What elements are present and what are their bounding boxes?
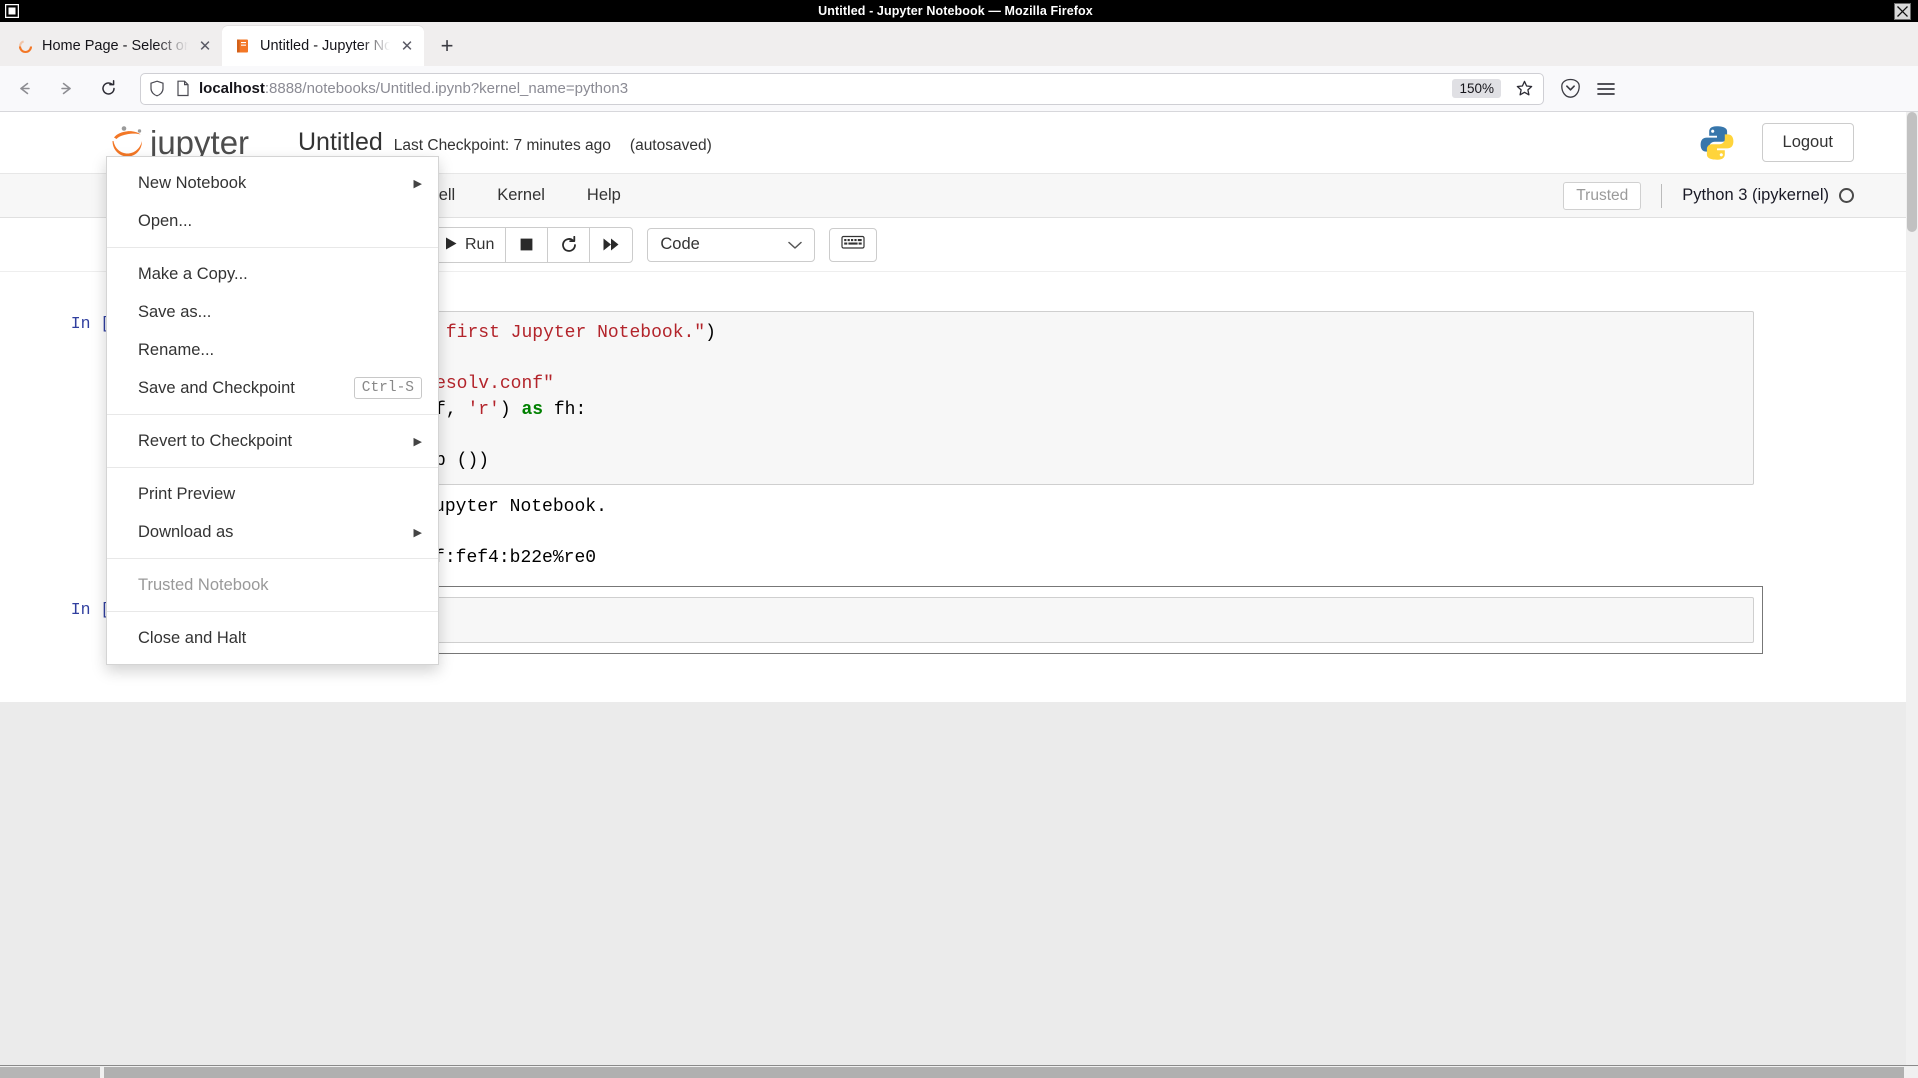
play-icon [444,236,458,254]
autosave-status: (autosaved) [630,137,712,155]
menu-item-label: Trusted Notebook [138,576,269,595]
cell-type-value: Code [660,235,699,254]
window-title: Untitled - Jupyter Notebook — Mozilla Fi… [22,4,1889,18]
tab-label: Home Page - Select or cre [42,38,188,54]
menu-separator [107,414,438,415]
window-icon [2,2,22,20]
last-checkpoint-text: Last Checkpoint: 7 minutes ago [394,137,611,155]
menu-item-label: Save as... [138,303,211,322]
kernel-idle-circle-icon [1839,188,1854,203]
forward-icon[interactable] [48,73,84,105]
hamburger-menu-icon[interactable] [1590,73,1622,105]
jupyter-app: jupyter Untitled Last Checkpoint: 7 minu… [0,112,1906,702]
scrollbar-corner [0,1067,100,1078]
menu-item-label: Print Preview [138,485,235,504]
file-menu-dropdown: New Notebook ▶ Open... Make a Copy... Sa… [106,156,439,665]
fast-forward-icon[interactable] [590,228,632,262]
restart-circle-icon[interactable] [548,228,590,262]
divider [1661,184,1662,208]
save-to-pocket-icon[interactable] [1554,73,1586,105]
shield-icon[interactable] [147,79,167,99]
menu-item-new-notebook[interactable]: New Notebook ▶ [107,164,438,202]
scrollbar-thumb[interactable] [1907,112,1917,232]
stop-square-icon[interactable] [506,228,548,262]
window-titlebar: Untitled - Jupyter Notebook — Mozilla Fi… [0,0,1918,22]
menu-item-label: Download as [138,523,233,542]
chevron-down-icon [788,237,802,253]
python-logo-icon [1698,124,1736,162]
menu-help[interactable]: Help [566,174,642,217]
window-close-button[interactable] [1889,1,1915,21]
menu-kernel[interactable]: Kernel [476,174,566,217]
run-label: Run [465,236,494,254]
jupyter-loading-icon [16,37,34,55]
zoom-level-badge[interactable]: 150% [1452,79,1501,98]
notebook-title-area: Untitled Last Checkpoint: 7 minutes ago … [298,128,712,157]
menu-item-label: Revert to Checkpoint [138,432,292,451]
menu-item-trusted-notebook: Trusted Notebook [107,566,438,604]
close-icon[interactable]: ✕ [196,37,214,55]
menu-separator [107,467,438,468]
tab-strip: Home Page - Select or cre ✕ Untitled - J… [0,22,1918,66]
menu-item-label: Close and Halt [138,629,246,648]
menu-item-rename[interactable]: Rename... [107,331,438,369]
kernel-name-label[interactable]: Python 3 (ipykernel) [1682,186,1829,205]
menu-item-label: Rename... [138,341,214,360]
run-button[interactable]: Run [433,228,506,262]
page-viewport: jupyter Untitled Last Checkpoint: 7 minu… [0,112,1918,1078]
browser-chrome: Home Page - Select or cre ✕ Untitled - J… [0,22,1918,112]
notebook-name[interactable]: Untitled [298,128,383,157]
cell-type-select[interactable]: Code [647,228,815,262]
kernel-status-area: Trusted Python 3 (ipykernel) [1563,174,1854,217]
jupyter-header-right: Logout [1698,123,1854,162]
url-bar[interactable]: localhost:8888/notebooks/Untitled.ipynb?… [140,73,1544,105]
menu-item-revert-to-checkpoint[interactable]: Revert to Checkpoint ▶ [107,422,438,460]
menu-item-label: Open... [138,212,192,231]
vertical-scrollbar[interactable] [1906,112,1918,1067]
browser-tab-home-page[interactable]: Home Page - Select or cre ✕ [4,26,222,66]
new-tab-button[interactable]: + [430,29,464,63]
back-icon[interactable] [6,73,42,105]
horizontal-scrollbar[interactable] [0,1065,1918,1078]
menu-item-save-and-checkpoint[interactable]: Save and Checkpoint Ctrl-S [107,369,438,407]
menu-separator [107,247,438,248]
menu-item-print-preview[interactable]: Print Preview [107,475,438,513]
navigation-toolbar: localhost:8888/notebooks/Untitled.ipynb?… [0,66,1918,112]
logout-button[interactable]: Logout [1762,123,1854,162]
keyboard-shortcut: Ctrl-S [354,377,422,399]
bookmark-star-icon[interactable] [1511,76,1537,102]
menu-separator [107,611,438,612]
menu-item-close-and-halt[interactable]: Close and Halt [107,619,438,657]
command-palette-button[interactable] [829,228,877,262]
menu-item-save-as[interactable]: Save as... [107,293,438,331]
url-host: localhost [199,80,265,97]
close-icon[interactable]: ✕ [398,37,416,55]
keyboard-icon [841,234,865,255]
menu-item-make-a-copy[interactable]: Make a Copy... [107,255,438,293]
jupyter-notebook-icon [234,37,252,55]
menu-item-label: New Notebook [138,174,246,193]
toolbar-group-run: Run [432,227,633,263]
chevron-right-icon: ▶ [414,435,422,448]
svg-text:jupyter: jupyter [149,124,249,161]
scrollbar-thumb[interactable] [104,1067,1904,1078]
trusted-badge[interactable]: Trusted [1563,182,1641,210]
url-text: localhost:8888/notebooks/Untitled.ipynb?… [199,80,628,97]
chevron-right-icon: ▶ [414,177,422,190]
menu-separator [107,558,438,559]
menu-item-open[interactable]: Open... [107,202,438,240]
page-info-icon[interactable] [173,79,193,99]
menu-item-label: Make a Copy... [138,265,248,284]
reload-icon[interactable] [90,73,126,105]
url-path: :8888/notebooks/Untitled.ipynb?kernel_na… [265,80,628,97]
tab-label: Untitled - Jupyter Notebo [260,38,390,54]
browser-tab-untitled-notebook[interactable]: Untitled - Jupyter Notebo ✕ [222,26,424,66]
menu-item-label: Save and Checkpoint [138,379,295,398]
browser-toolbar-right [1554,73,1622,105]
menu-item-download-as[interactable]: Download as ▶ [107,513,438,551]
chevron-right-icon: ▶ [414,526,422,539]
